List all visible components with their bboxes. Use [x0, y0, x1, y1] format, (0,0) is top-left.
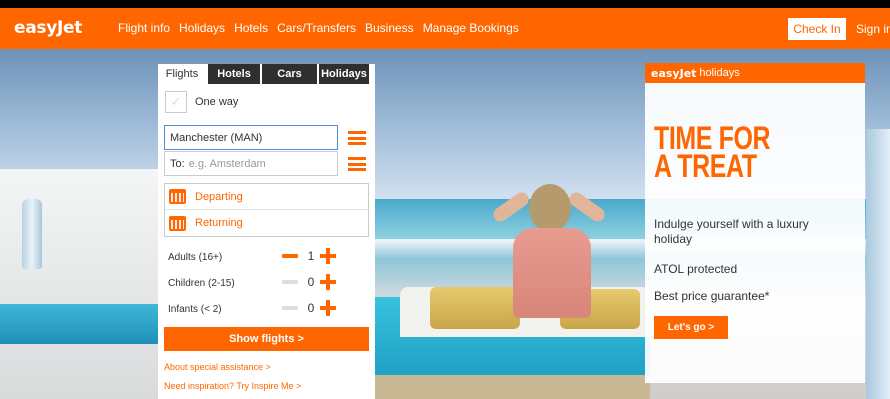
nav-manage-bookings[interactable]: Manage Bookings	[423, 21, 519, 35]
holidays-ad-title: TIME FOR A TREAT	[654, 122, 771, 184]
date-picker-box: Departing Returning	[164, 183, 369, 237]
children-plus-button[interactable]	[320, 274, 336, 290]
price-guarantee-text: Best price guarantee*	[654, 289, 770, 303]
to-label: To:	[170, 157, 185, 170]
hero-bottle	[22, 199, 42, 269]
to-list-icon[interactable]	[348, 157, 366, 171]
tab-cars[interactable]: Cars	[262, 64, 317, 84]
site-header: easyJet Flight info Holidays Hotels Cars…	[0, 8, 890, 49]
from-airport-value: Manchester (MAN)	[170, 131, 263, 144]
adults-label: Adults (16+)	[168, 252, 223, 263]
top-strip	[0, 0, 890, 8]
nav-business[interactable]: Business	[365, 21, 414, 35]
holidays-ad-title-line2: A TREAT	[654, 148, 757, 184]
hero-deck	[370, 375, 650, 399]
holidays-ad-brand: easyJet	[651, 66, 697, 80]
nav-holidays[interactable]: Holidays	[179, 21, 225, 35]
easyjet-logo[interactable]: easyJet	[14, 18, 82, 38]
infants-count: 0	[307, 301, 315, 315]
hero-glass-panel	[866, 129, 890, 399]
adults-minus-button[interactable]	[282, 254, 298, 258]
tab-flights[interactable]: Flights	[158, 64, 206, 84]
tab-hotels[interactable]: Hotels	[208, 64, 260, 84]
calendar-icon	[169, 215, 186, 231]
inspire-me-link[interactable]: Need inspiration? Try Inspire Me >	[164, 381, 301, 391]
infants-minus-button[interactable]	[282, 306, 298, 310]
lets-go-button[interactable]: Let's go >	[654, 316, 728, 339]
atol-text: ATOL protected	[654, 262, 738, 276]
one-way-checkbox[interactable]: ✓	[165, 91, 187, 113]
to-airport-input[interactable]: To: e.g. Amsterdam	[164, 151, 338, 176]
children-minus-button[interactable]	[282, 280, 298, 284]
holidays-ad-text: Indulge yourself with a luxury holiday	[654, 217, 809, 246]
hero-person	[490, 184, 608, 319]
sign-in-link[interactable]: Sign in	[856, 22, 890, 36]
to-placeholder: e.g. Amsterdam	[188, 157, 266, 170]
children-count: 0	[307, 275, 315, 289]
show-flights-button[interactable]: Show flights >	[164, 327, 369, 351]
infants-label: Infants (< 2)	[168, 304, 222, 315]
check-in-button[interactable]: Check In	[788, 18, 846, 40]
calendar-icon	[169, 189, 186, 204]
nav-flight-info[interactable]: Flight info	[118, 21, 170, 35]
departing-date-field[interactable]: Departing	[165, 184, 368, 210]
children-label: Children (2-15)	[168, 278, 235, 289]
returning-label: Returning	[195, 217, 243, 229]
from-list-icon[interactable]	[348, 131, 366, 145]
main-nav: Flight info Holidays Hotels Cars/Transfe…	[118, 21, 519, 35]
departing-label: Departing	[195, 190, 243, 203]
adults-plus-button[interactable]	[320, 248, 336, 264]
holidays-ad-brand-suffix: holidays	[699, 67, 740, 79]
returning-date-field[interactable]: Returning	[165, 210, 368, 236]
nav-hotels[interactable]: Hotels	[234, 21, 268, 35]
holidays-ad-header: easyJet holidays	[645, 63, 865, 83]
special-assistance-link[interactable]: About special assistance >	[164, 362, 271, 372]
hero-pool-left	[0, 304, 160, 344]
adults-count: 1	[307, 249, 315, 263]
from-airport-input[interactable]: Manchester (MAN)	[164, 125, 338, 150]
nav-cars-transfers[interactable]: Cars/Transfers	[277, 21, 356, 35]
tab-holidays[interactable]: Holidays	[319, 64, 369, 84]
one-way-label: One way	[195, 96, 239, 108]
infants-plus-button[interactable]	[320, 300, 336, 316]
booking-tabs: Flights Hotels Cars Holidays	[158, 64, 375, 84]
